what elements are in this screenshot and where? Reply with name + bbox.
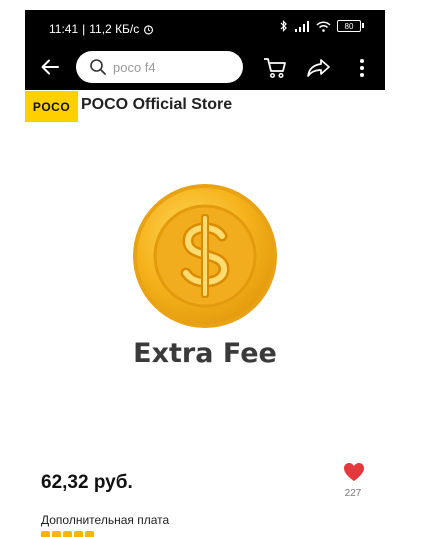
share-icon[interactable] <box>306 56 332 80</box>
store-name[interactable]: POCO Official Store <box>81 96 232 114</box>
app-bar: poco f4 <box>25 44 385 90</box>
heart-icon[interactable] <box>343 462 365 482</box>
favorites-count: 227 <box>344 488 362 499</box>
back-icon[interactable] <box>39 56 61 78</box>
status-time: 11:41 <box>49 22 79 36</box>
search-icon <box>90 59 106 75</box>
store-logo[interactable]: POCO <box>25 91 78 122</box>
rating-stars <box>41 531 94 537</box>
status-separator: | <box>82 22 86 36</box>
star-icon <box>85 531 94 537</box>
alarm-icon <box>144 24 154 34</box>
status-left: 11:41 | 11,2 КБ/с <box>49 22 154 36</box>
star-icon <box>52 531 61 537</box>
product-price: 62,32 руб. <box>41 472 133 493</box>
cart-icon[interactable] <box>262 56 288 80</box>
status-speed: 11,2 КБ/с <box>89 22 140 36</box>
search-input[interactable]: poco f4 <box>76 51 243 83</box>
wifi-icon <box>316 20 331 32</box>
signal-icon <box>295 20 309 32</box>
image-caption: Extra Fee <box>133 338 277 369</box>
bluetooth-icon <box>280 20 287 32</box>
star-icon <box>63 531 72 537</box>
coin-image <box>133 184 277 328</box>
product-image[interactable]: Extra Fee <box>25 124 385 454</box>
more-icon[interactable] <box>357 57 367 79</box>
search-placeholder: poco f4 <box>113 59 156 75</box>
star-icon <box>41 531 50 537</box>
status-bar: 11:41 | 11,2 КБ/с 80 <box>25 10 385 44</box>
product-name: Дополнительная плата <box>41 513 170 527</box>
phone-screen: 11:41 | 11,2 КБ/с 80 poco f4 POCO POCO O… <box>25 0 385 537</box>
status-right: 80 <box>280 20 364 32</box>
battery-icon: 80 <box>337 20 364 32</box>
star-icon <box>74 531 83 537</box>
